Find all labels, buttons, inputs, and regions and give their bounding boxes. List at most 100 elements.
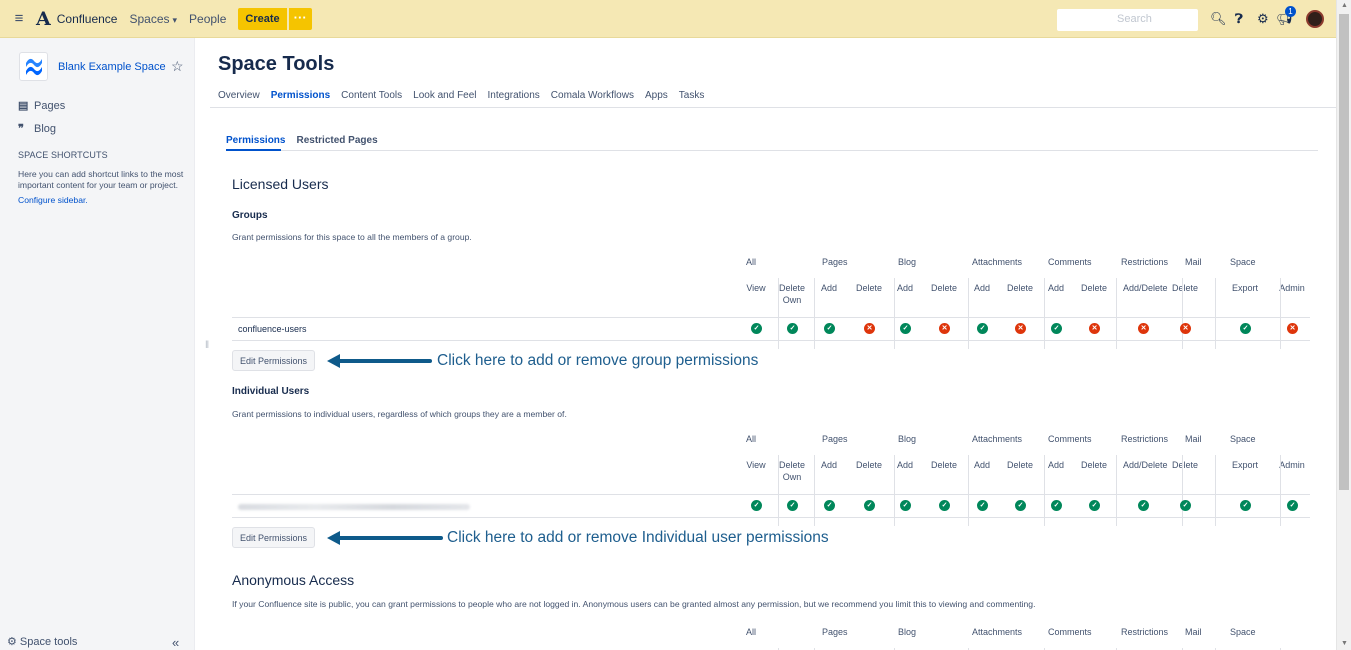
column-header: Export <box>1231 283 1258 293</box>
category-header: Restrictions <box>1121 627 1169 637</box>
column-header: View <box>746 283 766 293</box>
category-header: Attachments <box>972 627 1023 637</box>
permission-granted-icon: ✓ <box>1240 500 1251 511</box>
sidebar-item-blog[interactable]: ❞ Blog <box>18 122 56 135</box>
category-header: Comments <box>1048 627 1092 637</box>
permission-granted-icon: ✓ <box>1051 323 1062 334</box>
row-divider <box>232 317 1310 318</box>
column-header: Delete <box>930 283 957 293</box>
column-header: Add <box>1047 283 1064 293</box>
column-divider <box>968 455 969 526</box>
column-divider <box>1215 278 1216 349</box>
column-header: Add <box>1047 460 1064 470</box>
groups-heading: Groups <box>232 210 268 221</box>
scrollbar-thumb[interactable] <box>1339 14 1349 490</box>
scroll-down-icon[interactable]: ▼ <box>1341 640 1348 647</box>
category-header: All <box>746 434 757 444</box>
tab-comala-workflows[interactable]: Comala Workflows <box>551 90 634 101</box>
tab-overview[interactable]: Overview <box>218 90 260 101</box>
space-name-link[interactable]: Blank Example Space <box>58 61 166 73</box>
category-header: Comments <box>1048 434 1092 444</box>
space-tools-tabs: Overview Permissions Content Tools Look and… <box>218 90 704 101</box>
permission-denied-icon: ✕ <box>1180 323 1191 334</box>
column-header: Add <box>896 283 913 293</box>
page-scrollbar[interactable]: ▲ ▼ <box>1336 0 1351 650</box>
column-header: Admin <box>1279 460 1305 470</box>
create-button[interactable]: Create <box>238 7 287 30</box>
create-more-button[interactable]: ··· <box>288 7 312 30</box>
subtab-permissions[interactable]: Permissions <box>226 135 285 146</box>
column-divider <box>1116 455 1117 526</box>
column-divider <box>1116 278 1117 349</box>
app-switcher-icon[interactable]: ≡ <box>6 10 32 27</box>
people-link[interactable]: People <box>189 12 226 26</box>
permission-granted-icon: ✓ <box>751 500 762 511</box>
confluence-logo-icon[interactable]: A <box>36 8 51 30</box>
configure-sidebar-link[interactable]: Configure sidebar. <box>18 195 88 205</box>
sidebar-item-pages[interactable]: ▤ Pages <box>18 99 65 112</box>
permission-granted-icon: ✓ <box>824 323 835 334</box>
permission-granted-icon: ✓ <box>824 500 835 511</box>
permission-granted-icon: ✓ <box>977 323 988 334</box>
group-permissions-callout: Click here to add or remove group permis… <box>437 352 759 369</box>
scroll-up-icon[interactable]: ▲ <box>1341 2 1348 9</box>
column-header: Delete Own <box>778 283 805 305</box>
column-header: Admin <box>1279 283 1305 293</box>
individual-permissions-callout: Click here to add or remove Individual u… <box>447 529 829 546</box>
tab-apps[interactable]: Apps <box>645 90 668 101</box>
column-divider <box>1182 455 1183 526</box>
tab-look-and-feel[interactable]: Look and Feel <box>413 90 476 101</box>
column-divider <box>1215 455 1216 526</box>
edit-group-permissions-button[interactable]: Edit Permissions <box>232 350 316 371</box>
column-divider <box>1280 278 1281 349</box>
individual-users-description: Grant permissions to individual users, r… <box>232 409 567 419</box>
anonymous-access-heading: Anonymous Access <box>232 572 355 588</box>
permission-denied-icon: ✕ <box>1138 323 1149 334</box>
permission-denied-icon: ✕ <box>864 323 875 334</box>
tabs-divider <box>210 107 1336 108</box>
column-divider <box>778 455 779 526</box>
permission-granted-icon: ✓ <box>751 323 762 334</box>
spaces-menu[interactable]: Spaces ▾ <box>129 12 177 26</box>
user-avatar[interactable] <box>1306 10 1324 28</box>
column-divider <box>814 455 815 526</box>
spaces-label: Spaces <box>129 11 170 26</box>
search-icon[interactable]: 🔍︎ <box>1210 11 1227 27</box>
space-tools-button[interactable]: ⚙︎ Space tools <box>7 635 77 648</box>
tab-permissions[interactable]: Permissions <box>271 90 330 101</box>
search-input[interactable]: Search <box>1057 9 1198 31</box>
category-header: All <box>746 257 757 267</box>
space-sidebar: Blank Example Space ☆ ▤ Pages ❞ Blog SPACE… <box>0 38 195 650</box>
tab-content-tools[interactable]: Content Tools <box>341 90 402 101</box>
active-subtab-underline <box>226 149 281 151</box>
permission-granted-icon: ✓ <box>1089 500 1100 511</box>
collapse-sidebar-icon[interactable]: « <box>172 635 179 650</box>
column-divider <box>968 278 969 349</box>
permission-granted-icon: ✓ <box>1287 500 1298 511</box>
space-shortcuts-description: Here you can add shortcut links to the m… <box>18 169 184 190</box>
column-header: Delete <box>1171 460 1198 470</box>
column-header: View <box>746 460 766 470</box>
space-logo-icon[interactable] <box>19 52 48 81</box>
gear-icon[interactable]: ⚙︎ <box>1257 11 1269 27</box>
column-divider <box>778 278 779 349</box>
column-divider <box>1044 455 1045 526</box>
sidebar-resize-handle[interactable]: ‖ <box>205 340 209 351</box>
tab-integrations[interactable]: Integrations <box>488 90 540 101</box>
column-header: Delete <box>1006 283 1033 293</box>
help-icon[interactable]: ❓︎ <box>1235 11 1243 27</box>
category-header: Attachments <box>972 257 1023 267</box>
edit-individual-permissions-button[interactable]: Edit Permissions <box>232 527 316 548</box>
category-header: Space <box>1230 434 1256 444</box>
category-header: Mail <box>1185 627 1202 637</box>
brand-name[interactable]: Confluence <box>57 12 118 26</box>
row-divider <box>232 494 1310 495</box>
permission-granted-icon: ✓ <box>900 323 911 334</box>
column-divider <box>1182 278 1183 349</box>
star-icon[interactable]: ☆ <box>171 58 184 75</box>
subtab-restricted-pages[interactable]: Restricted Pages <box>296 135 377 146</box>
redacted-user-name <box>238 504 470 510</box>
blog-quote-icon: ❞ <box>18 123 24 135</box>
tab-tasks[interactable]: Tasks <box>679 90 705 101</box>
category-header: Comments <box>1048 257 1092 267</box>
